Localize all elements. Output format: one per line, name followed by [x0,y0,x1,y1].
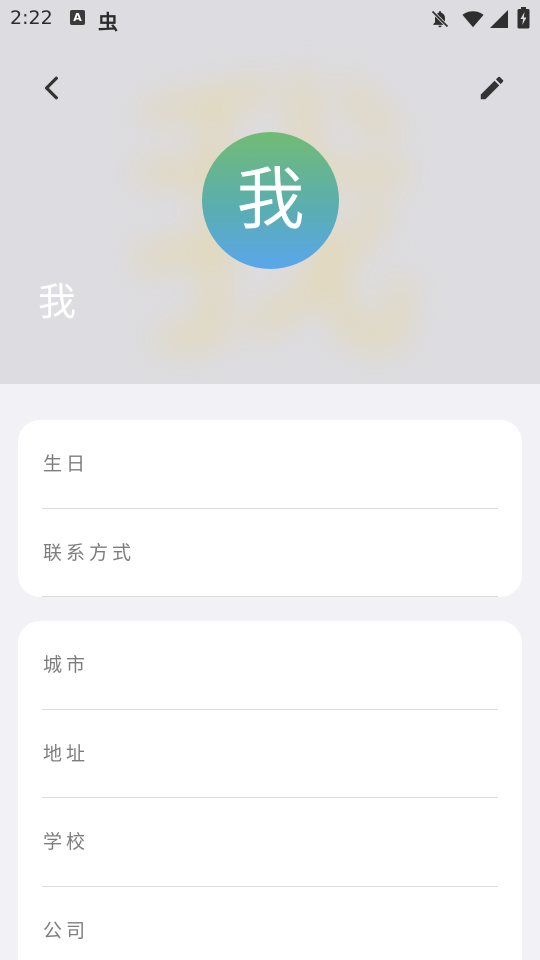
profile-header: 我 2:22 A 虫 [0,0,540,384]
row-divider [42,596,498,597]
row-label: 生日 [43,453,90,475]
wifi-icon [462,11,484,28]
row-label: 学校 [43,831,90,853]
row-label: 联系方式 [43,541,136,564]
info-card-details: 城市 地址 学校 公司 [18,621,522,960]
row-birthday[interactable]: 生日 [18,420,522,509]
row-city[interactable]: 城市 [18,621,522,710]
row-label: 城市 [43,654,90,676]
edit-button[interactable] [470,66,514,110]
row-school[interactable]: 学校 [18,798,522,887]
bug-icon: 虫 [98,10,118,34]
row-contact[interactable]: 联系方式 [18,509,522,597]
status-time: 2:22 [10,7,53,29]
user-name: 我 [38,280,77,324]
avatar[interactable]: 我 [202,132,339,269]
row-address[interactable]: 地址 [18,710,522,798]
status-bar: 2:22 A 虫 [0,0,540,38]
row-label: 公司 [43,919,90,942]
row-label: 地址 [43,742,90,765]
a-app-icon: A [70,10,85,25]
chevron-left-icon [44,76,58,100]
cellular-signal-icon [490,10,508,28]
notifications-off-icon [431,10,449,28]
info-card-basic: 生日 联系方式 [18,420,522,597]
back-button[interactable] [30,66,74,110]
battery-charging-icon [517,7,530,29]
row-company[interactable]: 公司 [18,887,522,960]
pencil-icon [480,76,504,100]
